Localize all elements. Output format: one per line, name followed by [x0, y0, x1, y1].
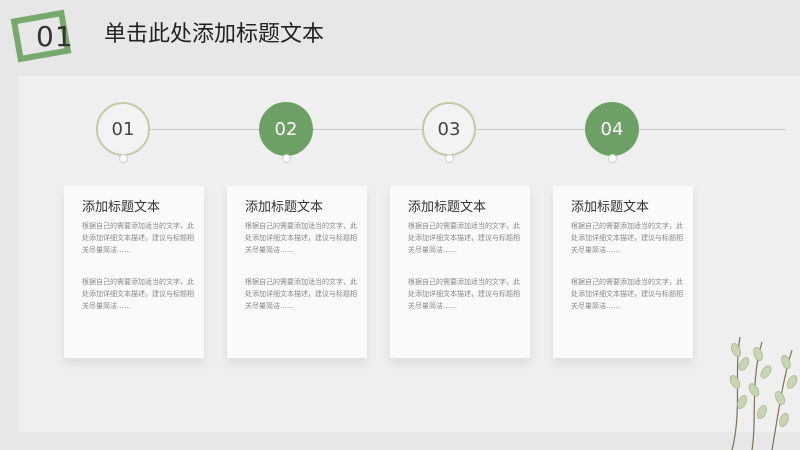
step-card-3[interactable]: 添加标题文本 根据自己的需要添加适当的文字，此处添加详细文本描述，建议与标题相关…: [390, 186, 530, 358]
step-circle-3: 03: [422, 102, 476, 156]
card-title: 添加标题文本: [82, 200, 161, 215]
section-number: 01: [36, 20, 74, 53]
step-circle-4: 04: [585, 102, 639, 156]
step-number: 03: [437, 118, 461, 140]
step-card-2[interactable]: 添加标题文本 根据自己的需要添加适当的文字，此处添加详细文本描述，建议与标题相关…: [227, 186, 367, 358]
step-dot: [119, 154, 128, 163]
card-paragraph: 根据自己的需要添加适当的文字，此处添加详细文本描述，建议与标题相关尽量简洁……: [571, 222, 683, 254]
card-paragraph: 根据自己的需要添加适当的文字，此处添加详细文本描述，建议与标题相关尽量简洁……: [245, 222, 357, 254]
step-card-1[interactable]: 添加标题文本 根据自己的需要添加适当的文字，此处添加详细文本描述，建议与标题相关…: [64, 186, 204, 358]
step-number: 04: [600, 118, 624, 140]
card-title: 添加标题文本: [408, 200, 487, 215]
step-dot: [608, 154, 617, 163]
step-circle-2: 02: [259, 102, 313, 156]
step-circle-1: 01: [96, 102, 150, 156]
page-title[interactable]: 单击此处添加标题文本: [104, 16, 324, 48]
card-paragraph: 根据自己的需要添加适当的文字，此处添加详细文本描述，建议与标题相关尽量简洁……: [82, 222, 194, 254]
step-number: 01: [111, 118, 135, 140]
step-card-4[interactable]: 添加标题文本 根据自己的需要添加适当的文字，此处添加详细文本描述，建议与标题相关…: [553, 186, 693, 358]
card-title: 添加标题文本: [245, 200, 324, 215]
card-title: 添加标题文本: [571, 200, 650, 215]
card-paragraph: 根据自己的需要添加适当的文字，此处添加详细文本描述，建议与标题相关尽量简洁……: [408, 222, 520, 254]
card-paragraph: 根据自己的需要添加适当的文字，此处添加详细文本描述，建议与标题相关尽量简洁……: [408, 278, 520, 310]
card-paragraph: 根据自己的需要添加适当的文字，此处添加详细文本描述，建议与标题相关尽量简洁……: [571, 278, 683, 310]
plant-branch-icon: [729, 336, 798, 450]
step-number: 02: [274, 118, 298, 140]
step-dot: [445, 154, 454, 163]
step-dot: [282, 154, 291, 163]
card-paragraph: 根据自己的需要添加适当的文字，此处添加详细文本描述，建议与标题相关尽量简洁……: [82, 278, 194, 310]
card-paragraph: 根据自己的需要添加适当的文字，此处添加详细文本描述，建议与标题相关尽量简洁……: [245, 278, 357, 310]
